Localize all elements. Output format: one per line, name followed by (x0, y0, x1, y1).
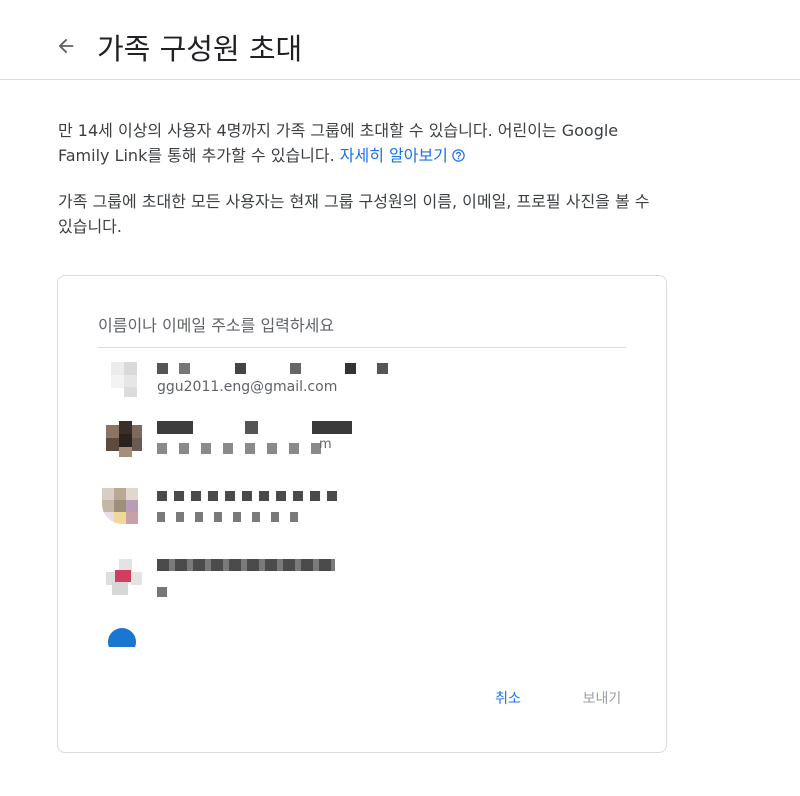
contact-avatar (102, 417, 142, 457)
contact-avatar (102, 625, 142, 647)
invite-card: ggu2011.eng@gmail.com m (57, 275, 667, 753)
back-button[interactable] (52, 32, 80, 60)
contact-avatar (102, 484, 142, 524)
contact-name-redacted (157, 421, 397, 437)
notice-text: 가족 그룹에 초대한 모든 사용자는 현재 그룹 구성원의 이름, 이메일, 프… (58, 192, 650, 236)
contact-name-redacted (157, 361, 397, 377)
contact-avatar (102, 357, 142, 397)
contact-email: ggu2011.eng@gmail.com (157, 379, 338, 395)
page-title: 가족 구성원 초대 (97, 32, 303, 66)
arrow-back-icon (58, 38, 74, 54)
contact-suggestion[interactable] (98, 547, 628, 607)
contact-name-redacted (157, 488, 397, 504)
recipient-search-input[interactable] (98, 304, 626, 348)
dialog-actions: 취소 보내기 (56, 680, 666, 716)
contact-suggestion[interactable] (98, 476, 628, 536)
contact-suggestion[interactable]: m (98, 409, 628, 469)
contact-name-redacted (157, 559, 397, 575)
cancel-button[interactable]: 취소 (480, 680, 536, 716)
contact-suggestion[interactable]: ggu2011.eng@gmail.com (98, 349, 628, 409)
intro-body: 만 14세 이상의 사용자 4명까지 가족 그룹에 초대할 수 있습니다. 어린… (58, 121, 619, 165)
learn-more-link[interactable]: 자세히 알아보기 (340, 146, 466, 165)
contact-suggestion[interactable] (98, 617, 628, 647)
intro-text: 만 14세 이상의 사용자 4명까지 가족 그룹에 초대할 수 있습니다. 어린… (58, 118, 668, 168)
send-button[interactable]: 보내기 (570, 680, 634, 716)
contact-avatar (102, 555, 142, 595)
help-circle-icon (452, 149, 465, 162)
contact-suggestions-list[interactable]: ggu2011.eng@gmail.com m (98, 349, 628, 647)
top-bar: 가족 구성원 초대 (0, 0, 800, 80)
